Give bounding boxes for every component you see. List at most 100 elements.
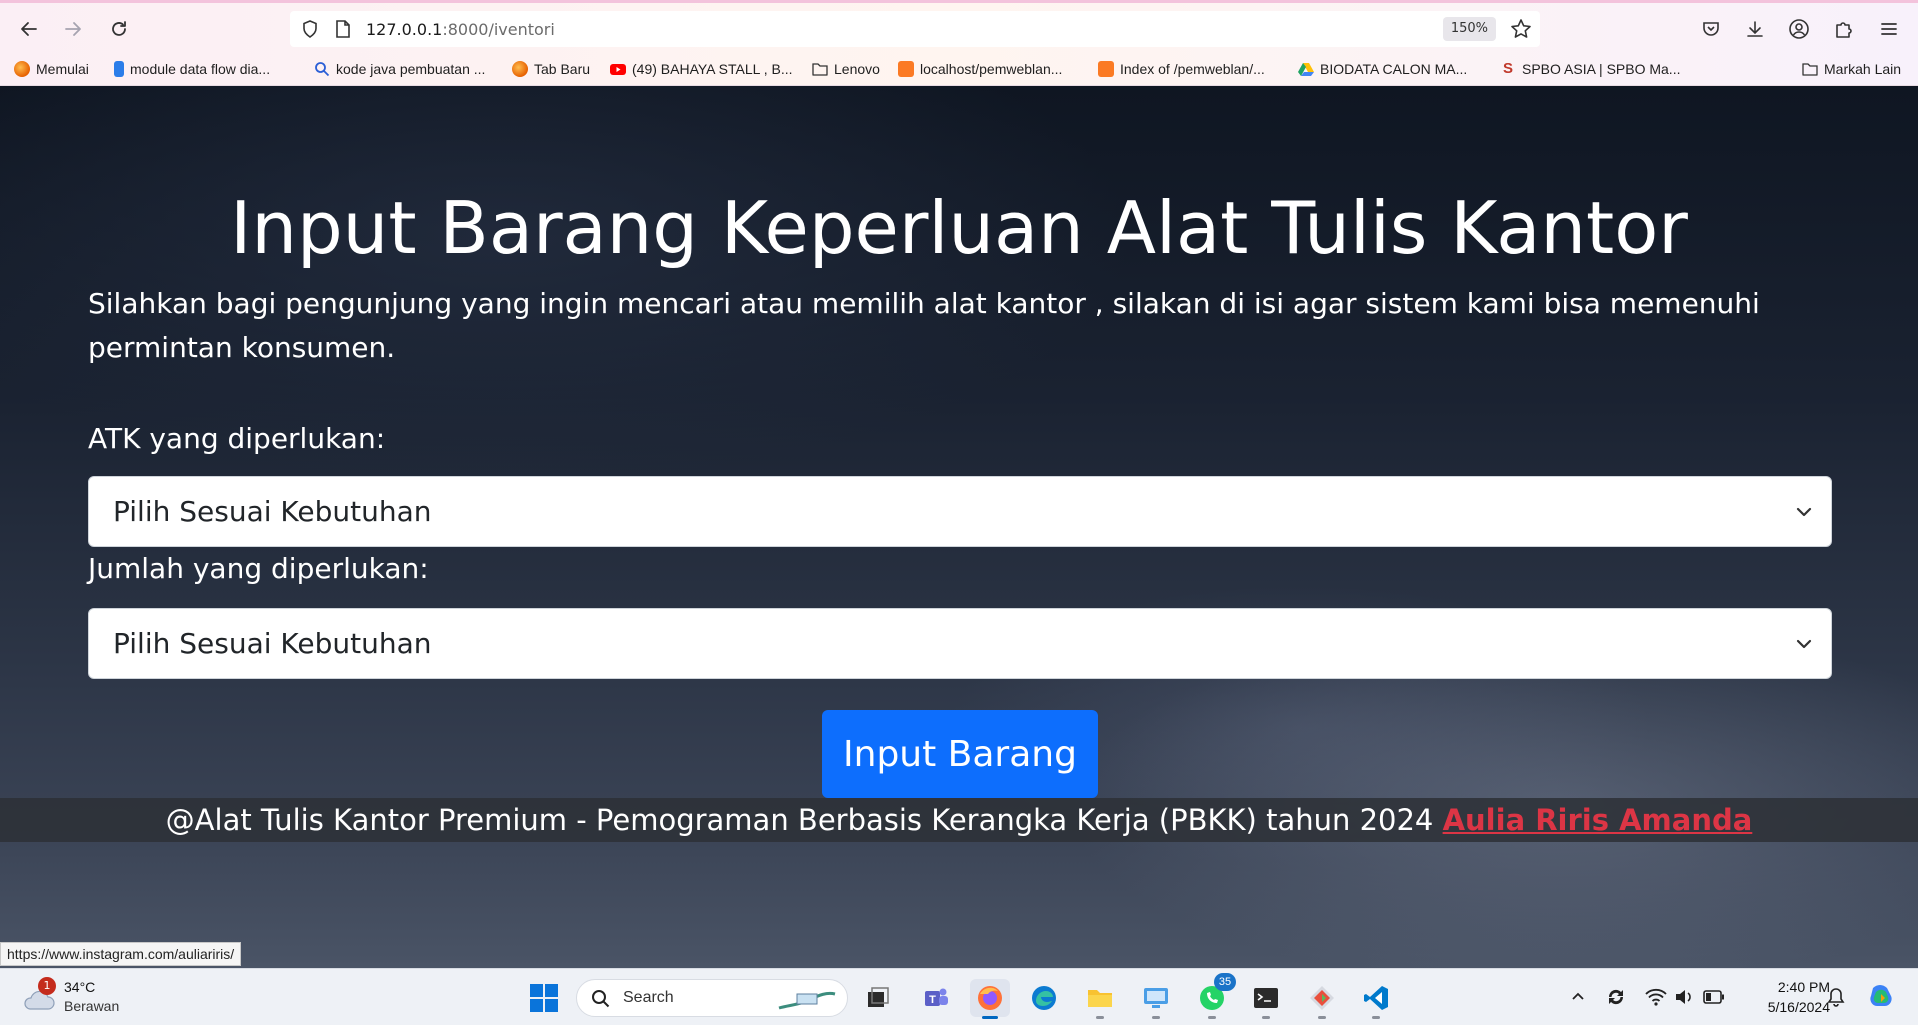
git-button[interactable] (1302, 979, 1342, 1019)
bookmark-label: Tab Baru (534, 61, 591, 77)
youtube-icon (610, 64, 626, 75)
weather-temp: 34°C (64, 979, 96, 995)
jumlah-select[interactable]: Pilih Sesuai Kebutuhan (88, 608, 1832, 679)
bookmark-kode-java[interactable]: kode java pembuatan ... (314, 58, 485, 80)
monitor-icon (1144, 988, 1168, 1008)
sync-tray-button[interactable] (1604, 985, 1628, 1009)
vscode-icon (1364, 986, 1388, 1010)
active-indicator (982, 1016, 998, 1019)
vscode-button[interactable] (1356, 979, 1396, 1019)
bookmark-spbo-asia[interactable]: S SPBO ASIA | SPBO Ma... (1500, 58, 1681, 80)
bookmark-module-data-flow[interactable]: module data flow dia... (114, 58, 270, 80)
reload-button[interactable] (102, 12, 136, 46)
battery-button[interactable] (1702, 985, 1726, 1009)
xampp-icon (1098, 61, 1114, 77)
bookmark-label: module data flow dia... (130, 61, 271, 77)
bookmark-label: (49) BAHAYA STALL , B... (632, 61, 793, 77)
teams-icon: T (925, 988, 948, 1006)
reload-icon (112, 21, 126, 36)
bookmark-memulai[interactable]: Memulai (14, 58, 89, 80)
wifi-button[interactable] (1644, 985, 1668, 1009)
hamburger-menu-icon (1881, 23, 1897, 35)
chevron-down-icon (1796, 507, 1812, 517)
bookmark-localhost-pemweblan[interactable]: localhost/pemweblan... (898, 58, 1062, 80)
bookmark-star-icon[interactable] (1510, 18, 1532, 40)
page-content: Input Barang Keperluan Alat Tulis Kantor… (0, 86, 1918, 968)
pocket-button[interactable] (1694, 12, 1728, 46)
bookmarks-bar: Memulai module data flow dia... kode jav… (0, 52, 1918, 86)
search-placeholder: Search (623, 989, 674, 1006)
bookmark-label: BIODATA CALON MA... (1320, 61, 1468, 77)
search-icon (315, 62, 330, 77)
task-view-button[interactable] (858, 979, 898, 1017)
battery-icon (1703, 990, 1724, 1004)
account-icon (1789, 19, 1809, 39)
svg-text:T: T (929, 994, 936, 1006)
extensions-button[interactable] (1826, 12, 1860, 46)
bookmark-biodata[interactable]: BIODATA CALON MA... (1298, 58, 1467, 80)
menu-button[interactable] (1872, 12, 1906, 46)
bookmark-label: Memulai (36, 61, 89, 77)
firefox-icon (978, 986, 1002, 1010)
chevron-up-icon (1572, 992, 1584, 1000)
clock-time: 2:40 PM (1777, 979, 1830, 995)
atk-select[interactable]: Pilih Sesuai Kebutuhan (88, 476, 1832, 547)
bookmark-youtube[interactable]: (49) BAHAYA STALL , B... (610, 58, 793, 80)
whatsapp-button[interactable]: 35 (1192, 973, 1236, 1019)
chevron-down-icon (1796, 639, 1812, 649)
firefox-icon (512, 61, 528, 77)
terminal-button[interactable] (1246, 979, 1286, 1019)
weather-badge: 1 (38, 977, 56, 995)
page-title: Input Barang Keperluan Alat Tulis Kantor (230, 186, 1688, 270)
show-hidden-icons-button[interactable] (1566, 985, 1590, 1009)
bell-icon (1827, 988, 1845, 1007)
remote-desktop-button[interactable] (1136, 979, 1176, 1019)
input-barang-button[interactable]: Input Barang (822, 710, 1098, 798)
page-description: Silahkan bagi pengunjung yang ingin menc… (88, 287, 1760, 364)
task-view-icon (868, 987, 889, 1007)
bookmark-label: Lenovo (834, 61, 880, 77)
bookmark-label: kode java pembuatan ... (336, 61, 486, 77)
forward-arrow-icon (65, 22, 81, 36)
copilot-icon (1870, 985, 1892, 1006)
bookmark-label: localhost/pemweblan... (920, 61, 1063, 77)
bookmark-index-of[interactable]: Index of /pemweblan/... (1098, 58, 1265, 80)
bookmark-tab-baru[interactable]: Tab Baru (512, 58, 590, 80)
url-path: :8000/iventori (442, 20, 555, 39)
edge-button[interactable] (1024, 979, 1064, 1017)
clock[interactable]: 2:40 PM 5/16/2024 (1740, 977, 1830, 1017)
weather-condition: Berawan (64, 998, 120, 1014)
file-explorer-button[interactable] (1080, 979, 1120, 1019)
terminal-icon (1254, 988, 1278, 1008)
url-text[interactable]: 127.0.0.1:8000/iventori (366, 20, 555, 39)
account-button[interactable] (1782, 12, 1816, 46)
sync-icon (1608, 989, 1624, 1005)
copilot-button[interactable] (1866, 981, 1898, 1013)
edge-icon (1032, 986, 1056, 1010)
downloads-button[interactable] (1738, 12, 1772, 46)
page-info-icon[interactable] (334, 19, 352, 39)
folder-icon (1802, 63, 1818, 76)
bookmark-markah-lain[interactable]: Markah Lain (1802, 58, 1901, 80)
notifications-button[interactable] (1824, 985, 1848, 1009)
running-indicator (1262, 1016, 1270, 1019)
weather-widget[interactable]: 1 34°C Berawan (20, 977, 140, 1019)
folder-icon (812, 63, 828, 76)
address-bar[interactable]: 127.0.0.1:8000/iventori 150% (290, 11, 1540, 47)
bookmark-label: SPBO ASIA | SPBO Ma... (1522, 61, 1681, 77)
firefox-taskbar-button[interactable] (970, 979, 1010, 1019)
page-footer: @Alat Tulis Kantor Premium - Pemograman … (0, 798, 1918, 842)
xampp-icon (898, 61, 914, 77)
volume-button[interactable] (1672, 985, 1696, 1009)
start-button[interactable] (524, 979, 564, 1017)
bookmark-lenovo[interactable]: Lenovo (812, 58, 880, 80)
forward-button[interactable] (56, 12, 90, 46)
zoom-indicator[interactable]: 150% (1442, 17, 1496, 41)
author-link[interactable]: Aulia Riris Amanda (1443, 803, 1753, 837)
spbo-icon: S (1502, 60, 1513, 77)
taskbar-search[interactable]: Search (576, 979, 848, 1017)
teams-button[interactable]: T (916, 979, 956, 1017)
shield-icon[interactable] (300, 19, 320, 39)
whatsapp-badge: 35 (1214, 973, 1236, 991)
back-button[interactable] (12, 12, 46, 46)
